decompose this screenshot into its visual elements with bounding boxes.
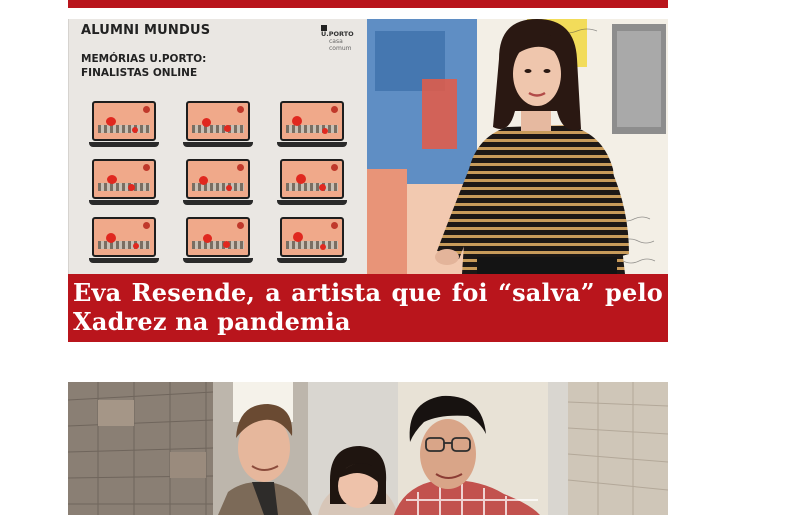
laptop-illustration — [183, 217, 253, 263]
logo-sub-text: casa comum — [329, 38, 352, 52]
students-photo — [68, 382, 668, 515]
poster-subtitle-line: FINALISTAS ONLINE — [81, 67, 198, 79]
laptop-illustration — [277, 217, 347, 263]
laptop-illustration — [89, 101, 159, 147]
artist-portrait-photo — [367, 19, 668, 274]
laptop-illustration — [277, 101, 347, 147]
laptop-illustration — [89, 159, 159, 205]
article-title[interactable]: Eva Resende, a artista que foi “salva” p… — [73, 278, 663, 336]
poster-subtitle: MEMÓRIAS U.PORTO: FINALISTAS ONLINE — [81, 52, 281, 80]
logo-main-text: U.PORTO — [321, 30, 354, 38]
news-feed: ALUMNI MUNDUS MEMÓRIAS U.PORTO: FINALIST… — [0, 0, 800, 515]
article-image[interactable]: ALUMNI MUNDUS MEMÓRIAS U.PORTO: FINALIST… — [68, 19, 668, 274]
article-title-banner[interactable]: Eva Resende, a artista que foi “salva” p… — [68, 274, 668, 342]
poster-title: ALUMNI MUNDUS — [81, 23, 211, 38]
article-card[interactable] — [68, 382, 668, 515]
article-card[interactable]: ALUMNI MUNDUS MEMÓRIAS U.PORTO: FINALIST… — [68, 19, 668, 342]
tiled-wall-left — [68, 382, 214, 515]
tiled-wall-right — [567, 382, 668, 515]
laptop-illustration — [89, 217, 159, 263]
university-logo: U.PORTO casa comum — [321, 24, 355, 52]
article-image[interactable] — [68, 382, 668, 515]
poster-subtitle-line: MEMÓRIAS U.PORTO: — [81, 53, 207, 65]
laptop-illustration — [183, 101, 253, 147]
portrait-illustration — [367, 19, 668, 274]
laptop-illustration — [277, 159, 347, 205]
alumni-mundus-poster: ALUMNI MUNDUS MEMÓRIAS U.PORTO: FINALIST… — [68, 19, 367, 274]
previous-article-title-banner[interactable] — [68, 0, 668, 8]
laptop-illustration — [183, 159, 253, 205]
